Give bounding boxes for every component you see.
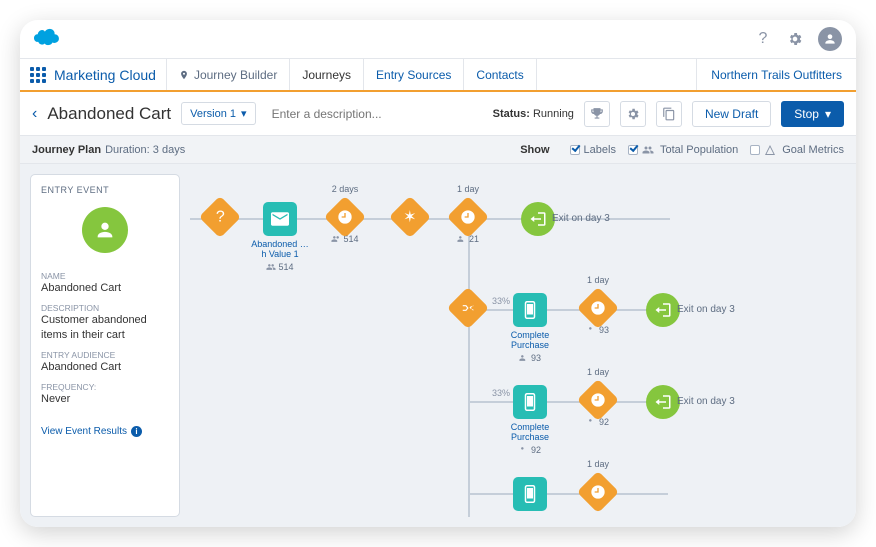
wait-node[interactable]: 93 — [568, 293, 628, 335]
wait-label: 1 day — [587, 275, 609, 285]
settings-icon[interactable] — [620, 101, 646, 127]
engagement-node[interactable]: ✶ — [380, 202, 440, 232]
new-draft-button[interactable]: New Draft — [692, 101, 771, 127]
journey-title: Abandoned Cart — [47, 104, 171, 124]
tab-entry-sources[interactable]: Entry Sources — [364, 59, 464, 90]
toggle-labels[interactable]: Labels — [570, 144, 616, 156]
copy-icon[interactable] — [656, 101, 682, 127]
entry-event-panel: ENTRY EVENT NAME Abandoned Cart DESCRIPT… — [30, 174, 180, 517]
person-icon — [82, 207, 128, 253]
wait-node[interactable]: 514 — [315, 202, 375, 244]
wait-label: 2 days — [332, 184, 359, 194]
duration-label: Duration: — [105, 144, 150, 156]
app-name: Marketing Cloud — [54, 67, 156, 83]
account-name[interactable]: Northern Trails Outfitters — [696, 59, 856, 90]
tab-journeys[interactable]: Journeys — [290, 59, 364, 90]
exit-label: Exit on day 3 — [677, 396, 735, 407]
entry-heading: ENTRY EVENT — [41, 185, 169, 195]
chevron-down-icon: ▾ — [825, 107, 831, 121]
wait-label: 1 day — [587, 367, 609, 377]
mobile-activity[interactable]: Complete Purchase 92 — [500, 385, 560, 455]
decision-node[interactable]: ? — [190, 202, 250, 232]
version-selector[interactable]: Version 1 ▾ — [181, 102, 255, 125]
tab-contacts[interactable]: Contacts — [464, 59, 536, 90]
wait-label: 1 day — [587, 459, 609, 469]
wait-node[interactable]: 21 — [438, 202, 498, 244]
wait-node[interactable] — [568, 477, 628, 507]
stop-button[interactable]: Stop▾ — [781, 101, 844, 127]
gear-icon[interactable] — [786, 30, 804, 48]
email-activity[interactable]: Abandoned …h Value 1 514 — [250, 202, 310, 272]
app-launcher-icon — [30, 67, 46, 83]
description-input[interactable] — [266, 101, 466, 127]
user-avatar[interactable] — [818, 27, 842, 51]
trophy-icon[interactable] — [584, 101, 610, 127]
journey-canvas[interactable]: 33% 33% ? Abandoned …h Value 1 514 2 day… — [190, 174, 846, 517]
show-label: Show — [520, 144, 549, 156]
breadcrumb[interactable]: Journey Builder — [167, 59, 290, 90]
toggle-goal-metrics[interactable]: Goal Metrics — [750, 144, 844, 156]
help-icon[interactable]: ? — [754, 30, 772, 48]
plan-title: Journey Plan — [32, 144, 101, 156]
mobile-activity[interactable]: Complete Purchase 93 — [500, 293, 560, 363]
duration-value: 3 days — [153, 144, 185, 156]
wait-label: 1 day — [457, 184, 479, 194]
wait-node[interactable]: 92 — [568, 385, 628, 427]
toggle-total-population[interactable]: Total Population — [628, 144, 738, 156]
view-event-results-link[interactable]: View Event Resultsi — [41, 426, 169, 437]
chevron-down-icon: ▾ — [241, 107, 247, 120]
back-button[interactable]: ‹ — [32, 105, 37, 123]
exit-label: Exit on day 3 — [552, 213, 610, 224]
exit-label: Exit on day 3 — [677, 304, 735, 315]
info-icon: i — [131, 426, 142, 437]
connector — [468, 218, 470, 517]
status-label: Status: Running — [493, 108, 574, 120]
random-split-node[interactable] — [438, 293, 498, 323]
salesforce-logo — [34, 28, 60, 51]
mobile-activity[interactable] — [500, 477, 560, 511]
app-switcher[interactable]: Marketing Cloud — [20, 59, 167, 90]
